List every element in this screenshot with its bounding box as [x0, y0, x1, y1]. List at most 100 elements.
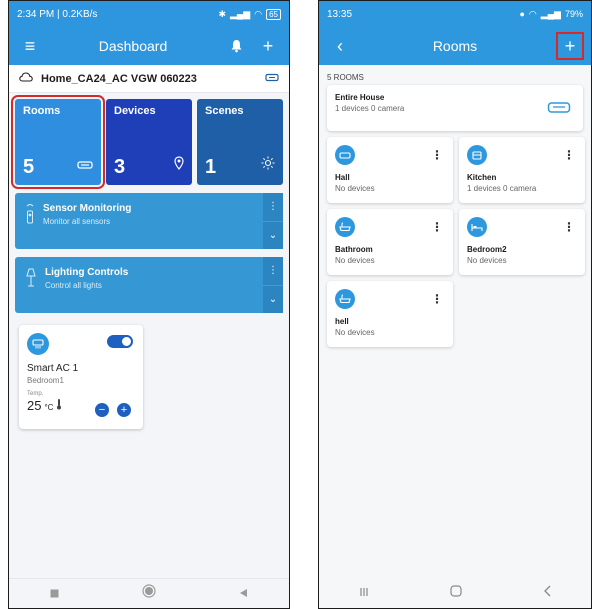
temp-decrease-button[interactable]: − [95, 403, 109, 417]
temp-label: Temp. [27, 391, 44, 397]
room-subtitle: No devices [467, 256, 507, 265]
lighting-controls-actions: ⋮ ⌄ [263, 257, 283, 313]
rooms-screen: 13:35 ● ◠ ▂▄▆ 79% ‹ Rooms + 5 ROOMS Enti… [318, 0, 592, 609]
bluetooth-icon: ✱ [218, 8, 226, 19]
wifi-icon: ◠ [254, 8, 263, 19]
sensor-monitoring-subtitle: Monitor all sensors [43, 217, 111, 226]
status-icons: ✱ ▂▄▆ ◠ 65 [218, 8, 281, 20]
room-card-bedroom2[interactable]: ⋮ Bedroom2 No devices [459, 209, 585, 275]
recents-icon[interactable] [50, 585, 59, 603]
cloud-icon [19, 72, 33, 85]
room-subtitle: No devices [335, 184, 375, 193]
status-bar: 2:34 PM | 0.2KB/s ✱ ▂▄▆ ◠ 65 [9, 1, 289, 27]
room-subtitle: No devices [335, 256, 375, 265]
status-bar: 13:35 ● ◠ ▂▄▆ 79% [319, 1, 591, 27]
more-vert-icon[interactable]: ⋮ [563, 221, 575, 233]
chevron-down-icon[interactable]: ⌄ [263, 284, 283, 313]
status-time: 13:35 [327, 8, 353, 20]
more-vert-icon[interactable]: ⋮ [563, 149, 575, 161]
devices-tile[interactable]: Devices 3 [106, 99, 192, 185]
room-name: hell [335, 317, 349, 326]
wifi-icon: ◠ [528, 8, 537, 19]
add-icon[interactable]: + [257, 35, 279, 57]
temp-unit: °C [44, 403, 54, 412]
devices-tile-label: Devices [114, 105, 156, 117]
sensor-icon [25, 203, 35, 249]
sensor-monitoring-card[interactable]: Sensor Monitoring Monitor all sensors ⋮ … [15, 193, 283, 249]
page-title: Dashboard [98, 38, 168, 54]
status-icons: ● ◠ ▂▄▆ 79% [519, 9, 583, 20]
chevron-down-icon[interactable]: ⌄ [263, 220, 283, 249]
room-subtitle: 1 devices 0 camera [467, 184, 537, 193]
lighting-controls-title: Lighting Controls [45, 267, 129, 278]
lamp-icon [25, 267, 37, 313]
more-vert-icon[interactable]: ⋮ [431, 149, 443, 161]
sofa-icon [547, 99, 571, 120]
power-toggle[interactable] [107, 335, 133, 348]
location-icon: ● [519, 9, 525, 19]
room-name: Bathroom [335, 245, 373, 254]
room-card-hell[interactable]: ⋮ hell No devices [327, 281, 453, 347]
battery-icon: 65 [266, 8, 281, 20]
rooms-tile-count: 5 [23, 156, 35, 178]
room-name: Kitchen [467, 173, 497, 182]
recents-icon[interactable] [359, 584, 369, 602]
device-card-smart-ac[interactable]: Smart AC 1 Bedroom1 Temp. 25 °C − + [19, 325, 143, 429]
home-name: Home_CA24_AC VGW 060223 [41, 72, 197, 85]
back-icon[interactable] [543, 584, 551, 602]
kitchen-icon [467, 145, 487, 165]
page-title: Rooms [432, 38, 478, 54]
devices-tile-count: 3 [114, 156, 126, 178]
back-arrow-icon[interactable]: ‹ [329, 35, 351, 57]
bed-icon [467, 217, 487, 237]
room-name: Entire House [335, 93, 385, 102]
lighting-controls-subtitle: Control all lights [45, 281, 102, 290]
sensor-monitoring-actions: ⋮ ⌄ [263, 193, 283, 249]
dashboard-screen: 2:34 PM | 0.2KB/s ✱ ▂▄▆ ◠ 65 ≡ Dashboard… [8, 0, 290, 609]
app-bar: ≡ Dashboard + [9, 27, 289, 65]
bathtub-icon [335, 289, 355, 309]
room-card-hall[interactable]: ⋮ Hall No devices [327, 137, 453, 203]
bell-icon[interactable] [225, 35, 247, 57]
device-room: Bedroom1 [27, 376, 64, 385]
battery-level: 79% [564, 9, 583, 19]
sun-icon [261, 156, 275, 175]
system-nav-bar [9, 578, 289, 608]
temp-increase-button[interactable]: + [117, 403, 131, 417]
rooms-tile-label: Rooms [23, 105, 61, 117]
sensor-monitoring-title: Sensor Monitoring [43, 203, 132, 214]
sofa-icon [335, 145, 355, 165]
room-card-kitchen[interactable]: ⋮ Kitchen 1 devices 0 camera [459, 137, 585, 203]
scenes-tile[interactable]: Scenes 1 [197, 99, 283, 185]
device-name: Smart AC 1 [27, 363, 79, 374]
back-icon[interactable] [239, 585, 248, 603]
more-vert-icon[interactable]: ⋮ [263, 257, 283, 285]
air-conditioner-icon [27, 333, 49, 355]
home-icon[interactable] [450, 584, 462, 602]
room-name: Hall [335, 173, 350, 182]
status-time: 2:34 PM | 0.2KB/s [17, 8, 98, 20]
menu-icon[interactable]: ≡ [19, 35, 41, 57]
rooms-tile[interactable]: Rooms 5 [11, 95, 105, 189]
gateway-icon[interactable] [265, 73, 279, 85]
room-subtitle: No devices [335, 328, 375, 337]
system-nav-bar [319, 578, 591, 608]
summary-tiles: Rooms 5 Devices 3 Scenes 1 [9, 93, 289, 189]
home-selector[interactable]: Home_CA24_AC VGW 060223 [9, 65, 289, 93]
add-room-button[interactable]: + [555, 32, 584, 60]
sofa-icon [77, 157, 93, 175]
more-vert-icon[interactable]: ⋮ [263, 193, 283, 221]
home-icon[interactable] [142, 584, 156, 603]
room-subtitle: 1 devices 0 camera [335, 104, 405, 113]
signal-icon: ▂▄▆ [230, 8, 251, 19]
room-card-entire-house[interactable]: Entire House 1 devices 0 camera [327, 85, 583, 131]
more-vert-icon[interactable]: ⋮ [431, 221, 443, 233]
room-name: Bedroom2 [467, 245, 507, 254]
more-vert-icon[interactable]: ⋮ [431, 293, 443, 305]
room-card-bathroom[interactable]: ⋮ Bathroom No devices [327, 209, 453, 275]
bathtub-icon [335, 217, 355, 237]
lighting-controls-card[interactable]: Lighting Controls Control all lights ⋮ ⌄ [15, 257, 283, 313]
rooms-count: 5 ROOMS [327, 73, 364, 82]
location-pin-icon [174, 156, 184, 175]
thermometer-icon [56, 398, 62, 413]
